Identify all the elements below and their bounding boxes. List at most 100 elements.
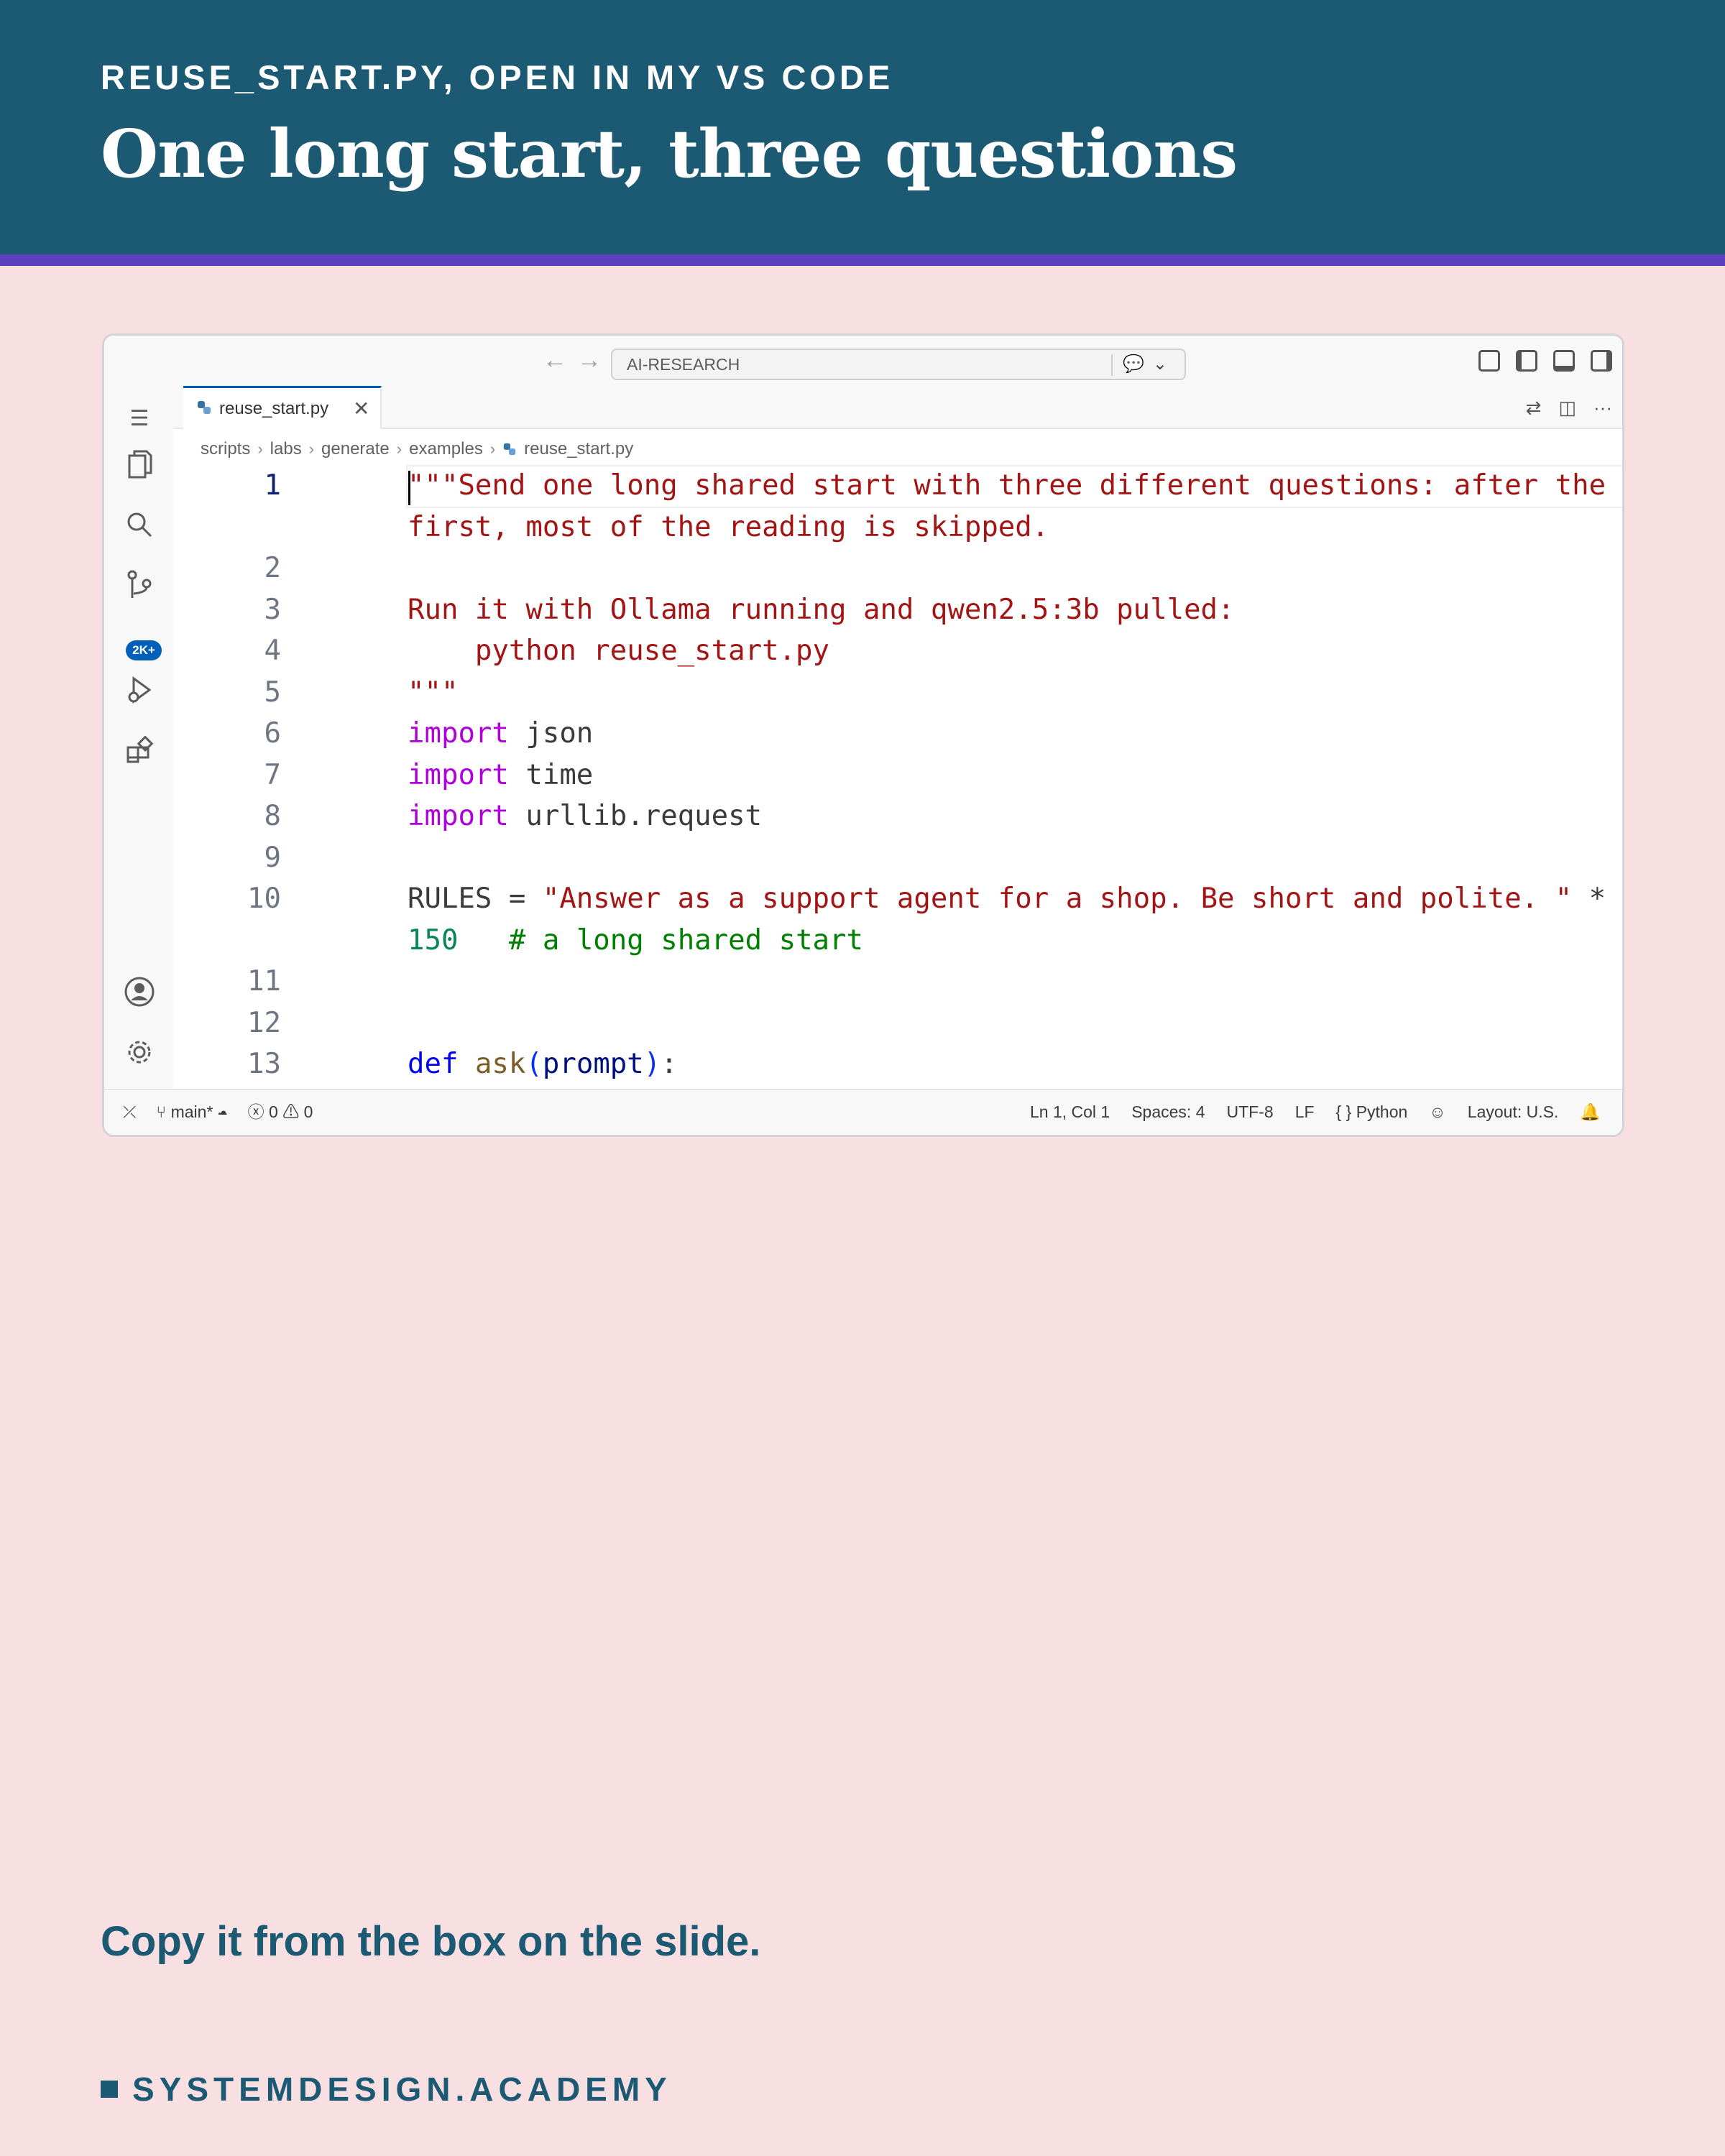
slide-caption: Copy it from the box on the slide.: [101, 1918, 761, 1965]
close-icon[interactable]: ✕: [353, 388, 369, 430]
toggle-panel-icon[interactable]: [1553, 350, 1575, 372]
problems-indicator[interactable]: ⓧ 0 ⚠ 0: [248, 1090, 313, 1133]
code-editor[interactable]: 1 """Send one long shared start with thre…: [173, 465, 1622, 1093]
breadcrumb-item[interactable]: labs: [270, 439, 302, 459]
breadcrumb-item[interactable]: generate: [321, 439, 390, 459]
line-number: 13: [247, 1048, 281, 1080]
menu-icon[interactable]: ☰: [123, 402, 156, 435]
slide-title: One long start, three questions: [101, 115, 1238, 193]
account-icon[interactable]: [123, 975, 156, 1008]
branch-name: main*: [170, 1102, 213, 1121]
code-line[interactable]: 8 import urllib.request: [173, 796, 1622, 837]
split-editor-icon[interactable]: ◫: [1558, 386, 1576, 429]
code-text: """Send one long shared start with three…: [408, 469, 1606, 502]
encoding[interactable]: UTF-8: [1227, 1090, 1274, 1133]
forward-arrow-icon[interactable]: →: [577, 346, 602, 374]
breadcrumb-chevron-icon: ›: [489, 440, 496, 458]
notifications-bell-icon[interactable]: 🔔: [1580, 1090, 1601, 1133]
code-text: """: [408, 676, 459, 709]
python-file-icon: [503, 443, 516, 456]
code-text: import time: [408, 758, 594, 791]
activity-bar: ☰ 2K+: [104, 386, 173, 1093]
sync-icon: ☁: [217, 1102, 228, 1121]
code-line[interactable]: 3 Run it with Ollama running and qwen2.5:…: [173, 589, 1622, 631]
code-line[interactable]: 1 """Send one long shared start with thre…: [173, 465, 1622, 507]
line-number: 2: [264, 552, 281, 584]
line-number: 12: [247, 1006, 281, 1039]
breadcrumb: scripts › labs › generate › examples › r…: [201, 435, 633, 464]
code-text: def ask(prompt):: [408, 1048, 678, 1080]
language-mode[interactable]: { } Python: [1336, 1090, 1408, 1133]
code-line[interactable]: 2: [173, 548, 1622, 589]
tab-reuse-start[interactable]: reuse_start.py ✕: [183, 386, 382, 429]
line-number: 1: [264, 469, 281, 502]
line-number: 11: [247, 965, 281, 998]
toggle-secondary-sidebar-icon[interactable]: [1591, 350, 1612, 372]
chat-icon[interactable]: 💬: [1123, 350, 1144, 379]
remote-icon[interactable]: ⤫: [123, 1090, 136, 1133]
back-arrow-icon[interactable]: ←: [543, 346, 567, 374]
code-text: 150 # a long shared start: [408, 923, 863, 957]
breadcrumb-chevron-icon: ›: [396, 440, 402, 458]
python-file-icon: [198, 401, 211, 414]
breadcrumb-item[interactable]: examples: [409, 439, 483, 459]
line-number: 6: [264, 717, 281, 750]
breadcrumb-item[interactable]: reuse_start.py: [524, 439, 633, 459]
breadcrumb-chevron-icon: ›: [257, 440, 263, 458]
code-line[interactable]: 12: [173, 1003, 1622, 1044]
extensions-icon[interactable]: [123, 734, 156, 767]
breadcrumb-item[interactable]: scripts: [201, 439, 250, 459]
search-icon[interactable]: [123, 508, 156, 541]
code-line[interactable]: 150 # a long shared start: [173, 920, 1622, 962]
warning-count: 0: [303, 1102, 313, 1121]
line-number: 10: [247, 883, 281, 915]
banner-stripe: [0, 254, 1725, 266]
braces-icon: { }: [1335, 1102, 1356, 1121]
source-control-icon[interactable]: [123, 568, 156, 602]
code-line[interactable]: 10 RULES = "Answer as a support agent for…: [173, 878, 1622, 920]
error-count: 0: [269, 1102, 278, 1121]
code-line[interactable]: first, most of the reading is skipped.: [173, 507, 1622, 548]
code-line[interactable]: 4 python reuse_start.py: [173, 630, 1622, 672]
code-line[interactable]: 13 def ask(prompt):: [173, 1044, 1622, 1085]
code-text: python reuse_start.py: [408, 635, 829, 667]
line-number: 4: [264, 635, 281, 667]
code-line[interactable]: 9: [173, 837, 1622, 879]
code-text: first, most of the reading is skipped.: [408, 510, 1049, 543]
toggle-primary-sidebar-icon[interactable]: [1516, 350, 1537, 372]
customize-layout-icon[interactable]: [1478, 350, 1500, 372]
indentation[interactable]: Spaces: 4: [1131, 1090, 1205, 1133]
settings-gear-icon[interactable]: [123, 1036, 156, 1069]
cursor-position[interactable]: Ln 1, Col 1: [1030, 1090, 1110, 1133]
code-line[interactable]: 6 import json: [173, 713, 1622, 755]
brand-name: SYSTEMDESIGN.ACADEMY: [132, 2070, 672, 2108]
brand-footer: SYSTEMDESIGN.ACADEMY: [101, 2070, 672, 2109]
chevron-down-icon[interactable]: ⌄: [1153, 350, 1167, 379]
run-debug-icon[interactable]: [123, 673, 156, 706]
navigation-arrows: ← →: [543, 346, 602, 374]
scm-count-badge: 2K+: [126, 640, 162, 660]
compare-changes-icon[interactable]: ⇄: [1526, 386, 1542, 429]
code-line[interactable]: 5 """: [173, 672, 1622, 714]
error-icon: ⓧ: [247, 1102, 270, 1121]
line-ending[interactable]: LF: [1295, 1090, 1315, 1133]
layout-controls: [1478, 350, 1612, 372]
command-center-actions: 💬 ⌄: [1123, 350, 1167, 379]
branch-indicator[interactable]: ⑂ main* ☁: [156, 1090, 227, 1133]
line-number: 5: [264, 676, 281, 709]
line-number: 7: [264, 758, 281, 791]
slide-kicker: REUSE_START.PY, OPEN IN MY VS CODE: [101, 58, 894, 96]
keyboard-layout[interactable]: Layout: U.S.: [1468, 1090, 1559, 1133]
title-bar: ← → AI-RESEARCH 💬 ⌄: [104, 336, 1622, 386]
more-actions-icon[interactable]: ···: [1593, 386, 1612, 429]
line-number: 8: [264, 800, 281, 832]
explorer-icon[interactable]: [123, 448, 156, 481]
editor-actions: ⇄ ◫ ···: [1526, 386, 1612, 429]
code-line[interactable]: 7 import time: [173, 755, 1622, 796]
code-line[interactable]: 11: [173, 961, 1622, 1003]
command-center[interactable]: AI-RESEARCH 💬 ⌄: [611, 349, 1186, 380]
copilot-icon[interactable]: ☺: [1429, 1090, 1445, 1133]
line-number: 3: [264, 593, 281, 626]
brand-square-icon: [101, 2081, 118, 2098]
language-label: Python: [1356, 1102, 1408, 1121]
